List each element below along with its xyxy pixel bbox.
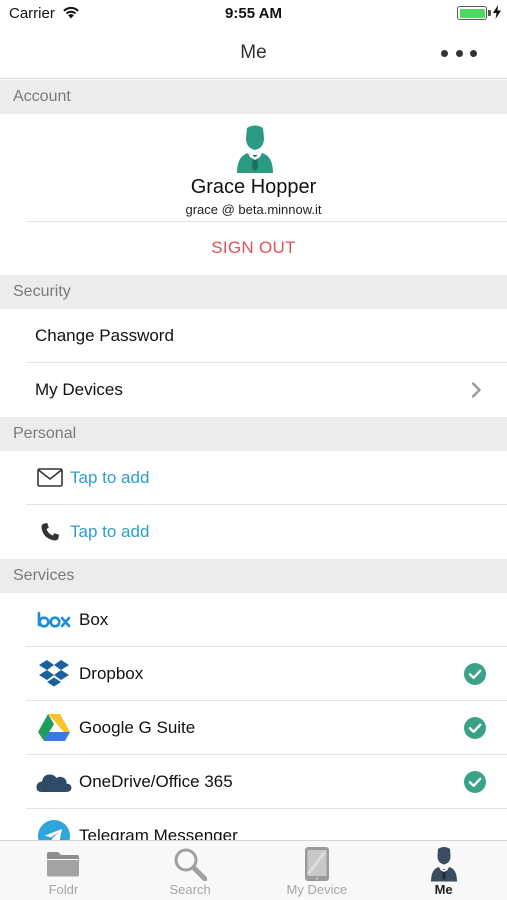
- magnifier-icon: [173, 846, 208, 882]
- ellipsis-icon: [455, 49, 463, 57]
- add-phone-link[interactable]: Tap to add: [70, 522, 149, 542]
- service-label-telegram: Telegram Messenger: [79, 826, 238, 840]
- onedrive-logo-icon: [32, 771, 76, 793]
- divider: [26, 221, 507, 222]
- settings-list[interactable]: Account Grace Hopper grace @ beta.minnow…: [0, 80, 507, 840]
- tab-label-search: Search: [169, 882, 211, 897]
- service-row-google[interactable]: Google G Suite: [26, 701, 507, 755]
- tab-label-foldr: Foldr: [48, 882, 79, 897]
- tab-foldr[interactable]: Foldr: [0, 841, 127, 900]
- section-header-services: Services: [0, 559, 507, 593]
- person-icon: [430, 846, 458, 882]
- my-devices-row[interactable]: My Devices: [26, 363, 507, 417]
- ellipsis-icon: [441, 49, 448, 57]
- service-label-onedrive: OneDrive/Office 365: [79, 771, 233, 791]
- phone-icon: [30, 522, 70, 542]
- connected-check-icon: [464, 771, 486, 798]
- section-header-security: Security: [0, 275, 507, 309]
- dropbox-logo-icon: [32, 659, 76, 689]
- tablet-icon: [304, 846, 330, 882]
- my-devices-label: My Devices: [35, 380, 123, 399]
- user-name: Grace Hopper: [190, 176, 317, 198]
- sign-out-button[interactable]: SIGN OUT: [0, 238, 507, 258]
- navigation-bar: Me: [0, 28, 507, 79]
- account-card: Grace Hopper grace @ beta.minnow.it SIGN…: [0, 114, 507, 275]
- battery-icon: [457, 6, 487, 20]
- section-header-personal: Personal: [0, 417, 507, 451]
- ellipsis-icon: [470, 49, 477, 57]
- connected-check-icon: [464, 663, 486, 690]
- page-title: Me: [240, 42, 267, 63]
- google-drive-logo-icon: [32, 713, 76, 743]
- service-row-dropbox[interactable]: Dropbox: [26, 647, 507, 701]
- box-logo-icon: [32, 611, 76, 629]
- change-password-row[interactable]: Change Password: [26, 309, 507, 363]
- add-email-row[interactable]: Tap to add: [26, 451, 507, 505]
- section-header-account: Account: [0, 80, 507, 114]
- chevron-right-icon: [471, 382, 481, 403]
- service-label-box: Box: [79, 609, 109, 629]
- tab-search[interactable]: Search: [127, 841, 254, 900]
- change-password-label: Change Password: [35, 325, 174, 345]
- battery-tip: [488, 10, 491, 16]
- tab-bar: Foldr Search My Device Me: [0, 840, 507, 900]
- avatar-icon: [236, 124, 274, 179]
- more-options-button[interactable]: [441, 42, 477, 64]
- telegram-logo-icon: [32, 820, 76, 840]
- service-row-telegram[interactable]: Telegram Messenger: [26, 809, 507, 840]
- status-bar: Carrier 9:55 AM: [0, 0, 507, 28]
- service-label-dropbox: Dropbox: [79, 663, 144, 683]
- connected-check-icon: [464, 717, 486, 744]
- service-label-google: Google G Suite: [79, 717, 196, 737]
- envelope-icon: [30, 468, 70, 487]
- service-row-box[interactable]: Box: [26, 593, 507, 647]
- tab-label-me: Me: [434, 882, 453, 897]
- charging-icon: [493, 5, 501, 24]
- tab-label-my-device: My Device: [286, 882, 348, 897]
- folder-icon: [46, 846, 80, 882]
- tab-my-device[interactable]: My Device: [254, 841, 381, 900]
- status-time: 9:55 AM: [225, 5, 282, 22]
- service-row-onedrive[interactable]: OneDrive/Office 365: [26, 755, 507, 809]
- user-email: grace @ beta.minnow.it: [185, 202, 322, 217]
- add-phone-row[interactable]: Tap to add: [26, 505, 507, 559]
- add-email-link[interactable]: Tap to add: [70, 468, 149, 488]
- tab-me[interactable]: Me: [380, 841, 507, 900]
